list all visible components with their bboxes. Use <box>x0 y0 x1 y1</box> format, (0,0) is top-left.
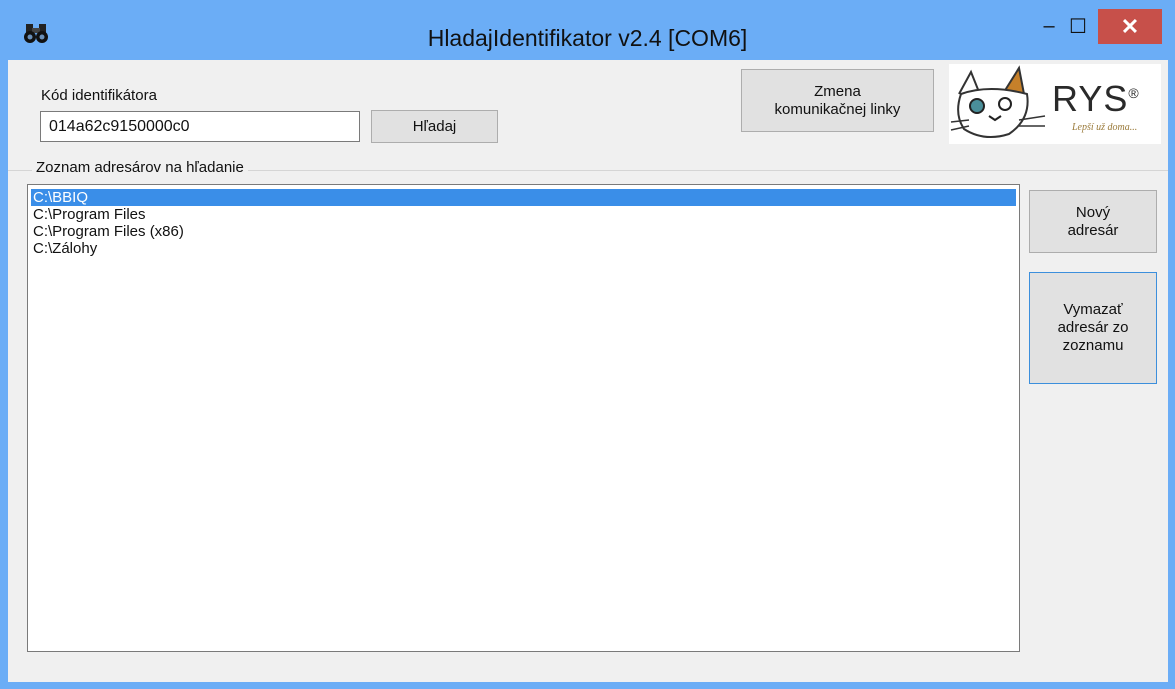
logo-brand: RYS® <box>1052 78 1140 120</box>
change-link-line-1: Zmena <box>814 82 861 100</box>
app-window: HladajIdentifikator v2.4 [COM6] – ☐ ✕ Kó… <box>0 0 1175 689</box>
search-button-label: Hľadaj <box>412 117 457 135</box>
maximize-button[interactable]: ☐ <box>1056 9 1100 44</box>
rys-logo: RYS® Lepší už doma... <box>949 64 1161 144</box>
new-directory-line-2: adresár <box>1067 221 1119 239</box>
code-input[interactable] <box>40 111 360 142</box>
title-bar[interactable]: HladajIdentifikator v2.4 [COM6] – ☐ ✕ <box>0 0 1175 60</box>
delete-directory-line-2: adresár zo <box>1057 319 1129 336</box>
list-item[interactable]: C:\Program Files (x86) <box>31 223 1016 240</box>
delete-directory-line-3: zoznamu <box>1062 337 1124 354</box>
new-directory-button[interactable]: Nový adresár <box>1029 190 1157 253</box>
logo-slogan: Lepší už doma... <box>1072 122 1138 133</box>
change-link-line-2: komunikačnej linky <box>774 100 901 118</box>
logo-brand-mark: ® <box>1128 85 1140 101</box>
list-item[interactable]: C:\BBIQ <box>31 189 1016 206</box>
list-item[interactable]: C:\Zálohy <box>31 240 1016 257</box>
search-button[interactable]: Hľadaj <box>371 110 498 143</box>
minimize-icon: – <box>1043 15 1055 37</box>
change-link-button-label: Zmena komunikačnej linky <box>775 83 901 119</box>
new-directory-label: Nový adresár <box>1068 204 1119 240</box>
client-area: Kód identifikátora Hľadaj Zmena komunika… <box>8 60 1168 682</box>
logo-brand-text: RYS <box>1052 78 1129 119</box>
directories-listbox[interactable]: C:\BBIQ C:\Program Files C:\Program Files … <box>27 184 1020 652</box>
change-link-button[interactable]: Zmena komunikačnej linky <box>741 69 934 132</box>
new-directory-line-1: Nový <box>1075 203 1111 221</box>
delete-directory-label: Vymazať adresár zo zoznamu <box>1058 301 1129 355</box>
directories-group-label: Zoznam adresárov na hľadanie <box>32 159 248 176</box>
lynx-logo-icon <box>950 65 1046 139</box>
code-label: Kód identifikátora <box>41 87 157 104</box>
delete-directory-line-1: Vymazať <box>1063 301 1123 318</box>
maximize-icon: ☐ <box>1069 16 1087 38</box>
window-title: HladajIdentifikator v2.4 [COM6] <box>427 25 748 51</box>
delete-directory-button[interactable]: Vymazať adresár zo zoznamu <box>1029 272 1157 384</box>
close-button[interactable]: ✕ <box>1098 9 1162 44</box>
list-item[interactable]: C:\Program Files <box>31 206 1016 223</box>
close-icon: ✕ <box>1120 13 1140 39</box>
